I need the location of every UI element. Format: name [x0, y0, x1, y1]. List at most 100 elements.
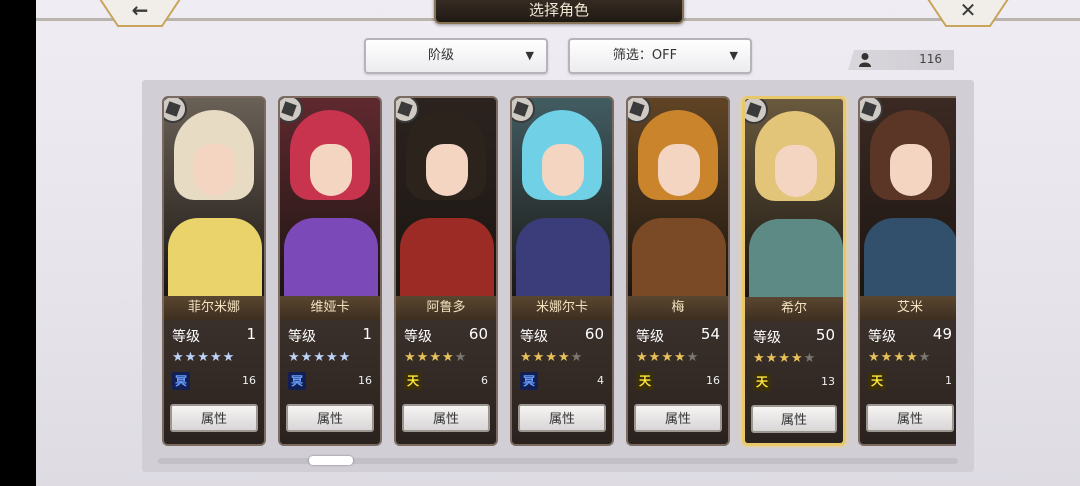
portrait-face [775, 145, 817, 197]
rank-icon: 天 [753, 373, 771, 391]
page-title: 选择角色 [434, 0, 684, 24]
star-icon: ★ [778, 351, 791, 366]
filter-dropdown-label: 筛选：OFF [612, 48, 678, 63]
character-card[interactable]: 希尔 等级 50 ★★★★★ 天 13 属性 [742, 96, 846, 446]
star-icon: ★ [416, 350, 430, 365]
portrait-face [890, 144, 932, 196]
attribute-button[interactable]: 属性 [751, 405, 837, 433]
portrait-outfit [400, 218, 494, 298]
unit-count: 4 [597, 374, 604, 387]
star-rating: ★★★★★ [753, 351, 816, 366]
character-name: 梅 [628, 296, 728, 320]
scrollbar-thumb[interactable] [309, 456, 354, 465]
character-card[interactable]: 菲尔米娜 等级 1 ★★★★★ 冥 16 属性 [162, 96, 266, 446]
star-icon: ★ [441, 350, 455, 365]
portrait-face [310, 144, 352, 196]
chevron-down-icon: ▼ [729, 49, 738, 62]
portrait-face [658, 144, 700, 196]
chevron-down-icon: ▼ [525, 49, 534, 62]
rank-icon: 天 [636, 372, 654, 390]
unit-count: 16 [358, 374, 372, 387]
star-icon: ★ [803, 351, 817, 366]
character-name: 菲尔米娜 [164, 296, 264, 320]
character-portrait [396, 98, 496, 298]
level-value: 1 [362, 325, 372, 343]
attribute-button[interactable]: 属性 [518, 404, 606, 432]
level-value: 50 [815, 326, 835, 344]
star-icon: ★ [325, 350, 339, 365]
portrait-outfit [284, 218, 378, 298]
attribute-button[interactable]: 属性 [402, 404, 490, 432]
star-icon: ★ [532, 350, 546, 365]
level-value: 1 [246, 325, 256, 343]
star-icon: ★ [648, 350, 662, 365]
attribute-button[interactable]: 属性 [866, 404, 954, 432]
filter-dropdown[interactable]: 筛选：OFF ▼ [568, 38, 752, 74]
star-icon: ★ [300, 350, 314, 365]
star-rating: ★★★★★ [172, 350, 235, 365]
level-label: 等级 [404, 329, 432, 345]
rank-icon: 冥 [288, 372, 306, 390]
class-badge-icon [280, 98, 303, 123]
attribute-button[interactable]: 属性 [286, 404, 374, 432]
roster-count-value: 116 [919, 52, 942, 66]
level-value: 54 [700, 325, 720, 343]
back-button[interactable]: ← [98, 0, 182, 28]
character-stats: 等级 49 ★★★★★ 天 1 属性 [860, 320, 956, 444]
star-icon: ★ [520, 350, 533, 365]
character-name: 米娜尔卡 [512, 296, 612, 320]
star-icon: ★ [765, 351, 779, 366]
character-portrait [860, 98, 956, 298]
level-label: 等级 [172, 329, 200, 345]
character-portrait [628, 98, 728, 298]
star-icon: ★ [184, 350, 198, 365]
scrollbar-track[interactable] [158, 458, 958, 464]
star-icon: ★ [570, 350, 584, 365]
level-label: 等级 [288, 329, 316, 345]
rank-icon: 天 [868, 372, 886, 390]
character-card[interactable]: 维娅卡 等级 1 ★★★★★ 冥 16 属性 [278, 96, 382, 446]
character-stats: 等级 1 ★★★★★ 冥 16 属性 [164, 320, 264, 444]
character-stats: 等级 1 ★★★★★ 冥 16 属性 [280, 320, 380, 444]
attribute-button[interactable]: 属性 [170, 404, 258, 432]
rank-icon: 天 [404, 372, 422, 390]
unit-count: 16 [242, 374, 256, 387]
level-value: 60 [584, 325, 604, 343]
character-card[interactable]: 阿鲁多 等级 60 ★★★★★ 天 6 属性 [394, 96, 498, 446]
character-card[interactable]: 梅等级 54 ★★★★★ 天 16 属性 [626, 96, 730, 446]
star-icon: ★ [454, 350, 468, 365]
left-arrow-icon: ← [131, 0, 149, 22]
character-stats: 等级 54 ★★★★★ 天 16 属性 [628, 320, 728, 444]
class-badge-icon [164, 98, 187, 123]
star-icon: ★ [661, 350, 674, 365]
character-card[interactable]: 艾米 等级 49 ★★★★★ 天 1 属性 [858, 96, 956, 446]
level-label: 等级 [868, 329, 896, 345]
character-portrait [280, 98, 380, 298]
star-icon: ★ [313, 350, 326, 365]
portrait-outfit [516, 218, 610, 298]
attribute-button[interactable]: 属性 [634, 404, 722, 432]
portrait-outfit [864, 218, 956, 298]
character-name: 希尔 [745, 297, 843, 321]
star-icon: ★ [673, 350, 687, 365]
character-card[interactable]: 米娜尔卡 等级 60 ★★★★★ 冥 4 属性 [510, 96, 614, 446]
star-icon: ★ [404, 350, 417, 365]
character-portrait [512, 98, 612, 298]
level-value: 60 [468, 325, 488, 343]
portrait-outfit [632, 218, 726, 298]
star-icon: ★ [880, 350, 894, 365]
character-stats: 等级 60 ★★★★★ 冥 4 属性 [512, 320, 612, 444]
star-icon: ★ [209, 350, 223, 365]
character-list[interactable]: 菲尔米娜 等级 1 ★★★★★ 冥 16 属性 维娅卡 等级 1 ★★★★★ 冥 16 属性 阿鲁多 等级 60… [162, 96, 956, 448]
portrait-face [194, 144, 236, 196]
sort-dropdown[interactable]: 阶级 ▼ [364, 38, 548, 74]
unit-count: 6 [481, 374, 488, 387]
star-rating: ★★★★★ [520, 350, 583, 365]
close-button[interactable]: ✕ [926, 0, 1010, 28]
class-badge-icon [860, 98, 883, 123]
star-icon: ★ [288, 350, 301, 365]
close-icon: ✕ [959, 0, 977, 22]
rank-icon: 冥 [172, 372, 190, 390]
star-icon: ★ [545, 350, 558, 365]
person-icon [859, 53, 871, 67]
